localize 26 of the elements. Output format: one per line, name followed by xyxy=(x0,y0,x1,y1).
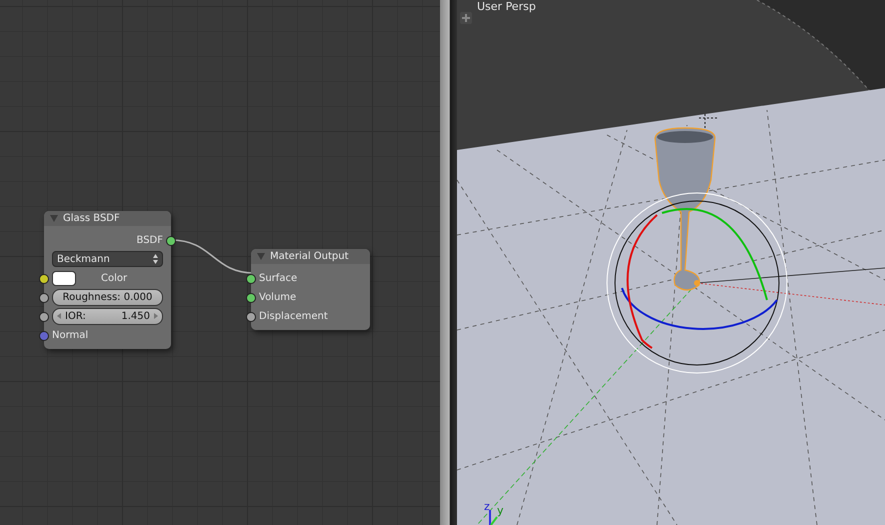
distribution-dropdown[interactable]: Beckmann xyxy=(52,251,163,267)
node-title: Material Output xyxy=(270,251,349,262)
color-swatch[interactable] xyxy=(52,270,76,286)
plus-icon[interactable] xyxy=(460,12,472,24)
socket-label: Surface xyxy=(259,272,298,284)
socket-dot[interactable] xyxy=(39,312,49,322)
socket-dot[interactable] xyxy=(246,312,256,322)
socket-dot[interactable] xyxy=(246,293,256,303)
socket-dot[interactable] xyxy=(166,236,176,246)
socket-dot[interactable] xyxy=(39,331,49,341)
roughness-slider[interactable]: Roughness: 0.000 xyxy=(52,288,163,306)
up-down-arrows-icon xyxy=(153,254,158,264)
socket-dot[interactable] xyxy=(246,274,256,284)
socket-dot[interactable] xyxy=(39,274,49,284)
socket-label: Displacement xyxy=(259,310,328,322)
node-header[interactable]: Material Output xyxy=(251,249,370,264)
axis-label: z xyxy=(484,500,490,513)
socket-label: BSDF xyxy=(136,234,163,246)
socket-label: Normal xyxy=(52,330,88,340)
node-title: Glass BSDF xyxy=(63,213,120,224)
socket-dot[interactable] xyxy=(39,293,49,303)
axis-label: y xyxy=(497,504,504,517)
socket-label: Volume xyxy=(259,292,296,302)
socket-label: Color xyxy=(101,272,128,284)
node-header[interactable]: Glass BSDF xyxy=(44,211,171,226)
viewport-title: User Persp xyxy=(477,0,536,13)
